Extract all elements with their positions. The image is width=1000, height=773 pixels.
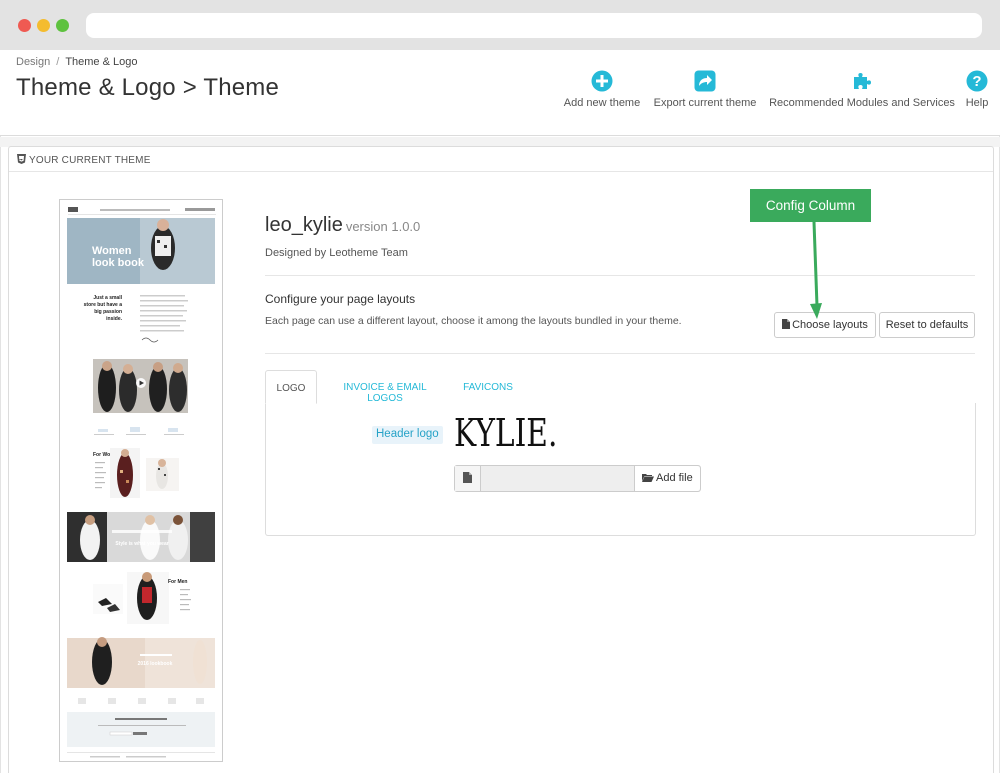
help-icon: ? bbox=[966, 70, 988, 92]
svg-text:big passion: big passion bbox=[94, 309, 122, 315]
panel-heading-label: YOUR CURRENT THEME bbox=[29, 155, 151, 166]
config-column-callout: Config Column bbox=[750, 189, 871, 222]
file-upload-group: Add file bbox=[454, 465, 701, 492]
add-new-theme-label: Add new theme bbox=[563, 97, 641, 109]
choose-layouts-button[interactable]: Choose layouts bbox=[774, 312, 876, 338]
file-icon bbox=[782, 319, 791, 329]
reset-to-defaults-button[interactable]: Reset to defaults bbox=[879, 312, 975, 338]
minimize-window-dot[interactable] bbox=[37, 19, 50, 32]
export-current-theme-button[interactable]: Export current theme bbox=[652, 70, 758, 109]
svg-text:inside.: inside. bbox=[106, 316, 122, 322]
theme-preview-illustration: Women look book Just a small store but h… bbox=[60, 200, 222, 761]
plus-circle-icon bbox=[591, 70, 613, 92]
header-logo-label: Header logo bbox=[372, 426, 443, 444]
help-button[interactable]: ? Help bbox=[963, 70, 991, 109]
preview-for-men: For Men bbox=[168, 579, 187, 585]
breadcrumb-current: Theme & Logo bbox=[65, 56, 138, 68]
folder-open-icon bbox=[642, 474, 654, 482]
callout-arrow-icon bbox=[810, 222, 822, 319]
close-window-dot[interactable] bbox=[18, 19, 31, 32]
file-icon bbox=[463, 472, 472, 483]
breadcrumb: Design / Theme & Logo bbox=[16, 56, 137, 68]
header-logo-image: KYLIE. bbox=[454, 411, 558, 455]
file-name-input[interactable] bbox=[481, 466, 634, 491]
svg-text:Just a small: Just a small bbox=[93, 295, 122, 301]
divider bbox=[265, 275, 975, 276]
page-header: Design / Theme & Logo Theme & Logo > Theme… bbox=[0, 50, 1000, 136]
share-icon bbox=[694, 70, 716, 92]
puzzle-icon bbox=[854, 73, 871, 89]
tab-invoice-email-logos[interactable]: INVOICE & EMAIL LOGOS bbox=[326, 370, 444, 404]
export-current-theme-label: Export current theme bbox=[653, 97, 757, 109]
preview-lookbook: 2016 lookbook bbox=[138, 661, 173, 667]
page-title: Theme & Logo > Theme bbox=[16, 74, 280, 101]
svg-text:?: ? bbox=[972, 73, 981, 90]
html5-shield-icon bbox=[17, 154, 26, 164]
browser-chrome bbox=[0, 0, 1000, 50]
theme-version: version 1.0.0 bbox=[345, 219, 421, 234]
tab-logo[interactable]: LOGO bbox=[265, 370, 317, 404]
layouts-title: Configure your page layouts bbox=[265, 292, 416, 306]
panel-heading: YOUR CURRENT THEME bbox=[9, 147, 993, 172]
preview-hero-title-1: Women bbox=[92, 245, 132, 257]
add-file-label: Add file bbox=[656, 472, 693, 484]
recommended-modules-label: Recommended Modules and Services bbox=[769, 97, 955, 109]
file-type-indicator bbox=[455, 466, 481, 491]
add-new-theme-button[interactable]: Add new theme bbox=[562, 70, 642, 109]
theme-name-label: leo_kylie bbox=[265, 214, 343, 236]
theme-preview-image: Women look book Just a small store but h… bbox=[59, 199, 223, 762]
reset-to-defaults-label: Reset to defaults bbox=[885, 319, 969, 331]
preview-banner-text: Style is what you wear bbox=[115, 541, 168, 547]
choose-layouts-label: Choose layouts bbox=[792, 319, 868, 331]
recommended-modules-button[interactable]: Recommended Modules and Services bbox=[769, 70, 955, 109]
theme-name: leo_kylie version 1.0.0 bbox=[265, 214, 420, 237]
maximize-window-dot[interactable] bbox=[56, 19, 69, 32]
help-label: Help bbox=[965, 97, 989, 109]
preview-hero-title-2: look book bbox=[92, 257, 145, 269]
divider bbox=[265, 353, 975, 354]
add-file-button[interactable]: Add file bbox=[634, 466, 700, 491]
tab-favicons[interactable]: FAVICONS bbox=[458, 370, 518, 404]
breadcrumb-separator: / bbox=[56, 56, 60, 68]
address-bar[interactable] bbox=[86, 13, 982, 38]
breadcrumb-parent[interactable]: Design bbox=[16, 56, 50, 68]
svg-text:store but have a: store but have a bbox=[84, 302, 123, 308]
layouts-description: Each page can use a different layout, ch… bbox=[265, 315, 682, 327]
theme-designer: Designed by Leotheme Team bbox=[265, 247, 408, 259]
